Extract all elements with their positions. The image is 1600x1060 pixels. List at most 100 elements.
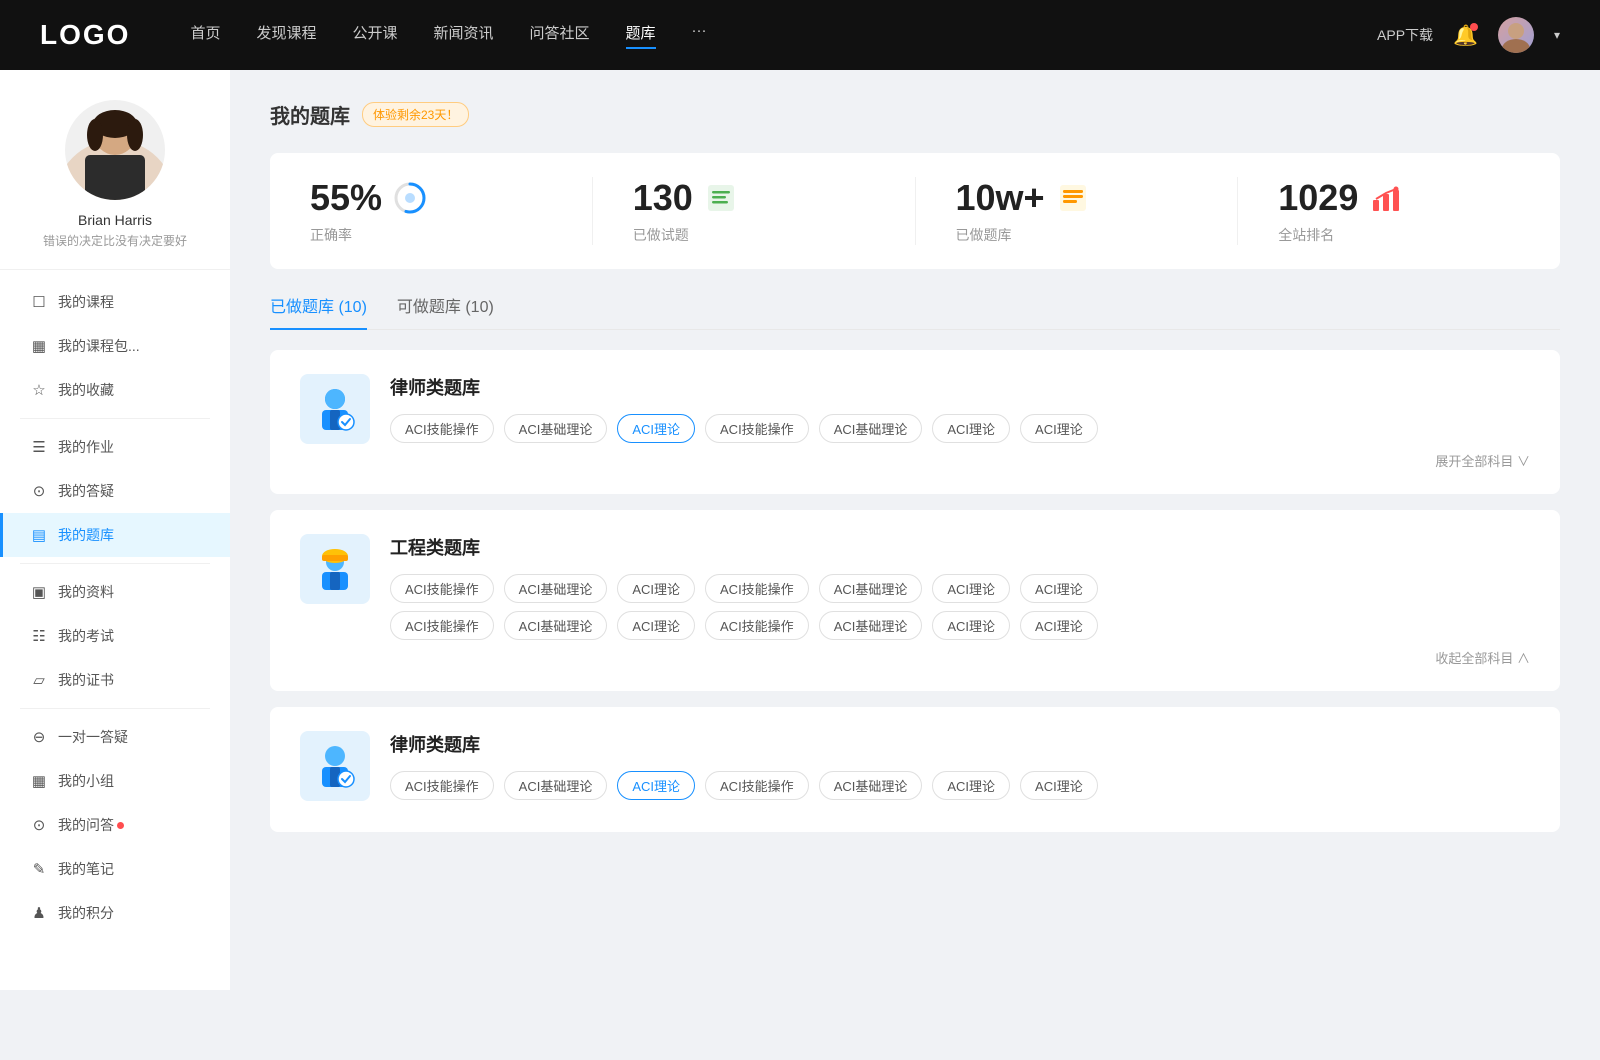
sidebar: Brian Harris 错误的决定比没有决定要好 ☐ 我的课程 ▦ 我的课程包… bbox=[0, 70, 230, 990]
sidebar-item-group[interactable]: ▦ 我的小组 bbox=[0, 759, 230, 803]
nav-open-course[interactable]: 公开课 bbox=[352, 22, 397, 49]
sidebar-item-points[interactable]: ♟ 我的积分 bbox=[0, 891, 230, 935]
sidebar-item-profile[interactable]: ▣ 我的资料 bbox=[0, 570, 230, 614]
tabs-row: 已做题库 (10) 可做题库 (10) bbox=[270, 293, 1560, 330]
sidebar-item-tutor[interactable]: ⊖ 一对一答疑 bbox=[0, 715, 230, 759]
sidebar-item-myqa[interactable]: ⊙ 我的问答 bbox=[0, 803, 230, 847]
qbank-card-2: 工程类题库 ACI技能操作 ACI基础理论 ACI理论 ACI技能操作 ACI基… bbox=[270, 510, 1560, 691]
sidebar-item-label-course-pkg: 我的课程包... bbox=[58, 336, 140, 356]
avatar-image bbox=[1498, 17, 1534, 53]
sidebar-item-label-tutor: 一对一答疑 bbox=[58, 727, 128, 747]
tag-3-6[interactable]: ACI理论 bbox=[932, 771, 1010, 800]
nav-qbank[interactable]: 题库 bbox=[626, 22, 656, 49]
stat-done-banks: 10w+ 已做题库 bbox=[916, 177, 1239, 245]
sidebar-item-course-pkg[interactable]: ▦ 我的课程包... bbox=[0, 324, 230, 368]
sidebar-item-cert[interactable]: ▱ 我的证书 bbox=[0, 658, 230, 702]
sidebar-divider-3 bbox=[20, 708, 210, 709]
logo[interactable]: LOGO bbox=[40, 19, 130, 51]
group-icon: ▦ bbox=[30, 772, 48, 790]
stat-rank-icon bbox=[1368, 180, 1404, 216]
tag-1-3[interactable]: ACI理论 bbox=[617, 414, 695, 443]
tag-1-5[interactable]: ACI基础理论 bbox=[819, 414, 923, 443]
tag-2-2[interactable]: ACI基础理论 bbox=[504, 574, 608, 603]
tag-3-7[interactable]: ACI理论 bbox=[1020, 771, 1098, 800]
points-icon: ♟ bbox=[30, 904, 48, 922]
sidebar-profile: Brian Harris 错误的决定比没有决定要好 bbox=[0, 100, 230, 270]
tag-1-6[interactable]: ACI理论 bbox=[932, 414, 1010, 443]
tag-2-11[interactable]: ACI技能操作 bbox=[705, 611, 809, 640]
tag-2-4[interactable]: ACI技能操作 bbox=[705, 574, 809, 603]
sidebar-item-qbank[interactable]: ▤ 我的题库 bbox=[0, 513, 230, 557]
cert-icon: ▱ bbox=[30, 671, 48, 689]
tag-2-9[interactable]: ACI基础理论 bbox=[504, 611, 608, 640]
sidebar-item-answers[interactable]: ⊙ 我的答疑 bbox=[0, 469, 230, 513]
sidebar-item-label-myqa: 我的问答 bbox=[58, 815, 114, 835]
tag-2-7[interactable]: ACI理论 bbox=[1020, 574, 1098, 603]
qbank-title-1: 律师类题库 bbox=[390, 374, 1530, 400]
nav-more[interactable]: ··· bbox=[692, 22, 707, 49]
sidebar-item-label-notes: 我的笔记 bbox=[58, 859, 114, 879]
nav-home[interactable]: 首页 bbox=[190, 22, 220, 49]
sidebar-item-favorites[interactable]: ☆ 我的收藏 bbox=[0, 368, 230, 412]
tag-3-1[interactable]: ACI技能操作 bbox=[390, 771, 494, 800]
stat-done-questions: 130 已做试题 bbox=[593, 177, 916, 245]
user-dropdown-arrow[interactable]: ▾ bbox=[1554, 28, 1560, 42]
qbank-icon: ▤ bbox=[30, 526, 48, 544]
myqa-badge bbox=[117, 822, 124, 829]
nav-links: 首页 发现课程 公开课 新闻资讯 问答社区 题库 ··· bbox=[190, 22, 1377, 49]
notes-icon: ✎ bbox=[30, 860, 48, 878]
sidebar-item-homework[interactable]: ☰ 我的作业 bbox=[0, 425, 230, 469]
tag-2-13[interactable]: ACI理论 bbox=[932, 611, 1010, 640]
answers-icon: ⊙ bbox=[30, 482, 48, 500]
tutor-icon: ⊖ bbox=[30, 728, 48, 746]
tag-1-2[interactable]: ACI基础理论 bbox=[504, 414, 608, 443]
sidebar-motto: 错误的决定比没有决定要好 bbox=[43, 232, 187, 249]
tag-2-12[interactable]: ACI基础理论 bbox=[819, 611, 923, 640]
notification-bell[interactable]: 🔔 bbox=[1453, 23, 1478, 48]
expand-link-1[interactable]: 展开全部科目 ∨ bbox=[390, 451, 1530, 470]
tag-3-2[interactable]: ACI基础理论 bbox=[504, 771, 608, 800]
tag-2-5[interactable]: ACI基础理论 bbox=[819, 574, 923, 603]
tag-2-3[interactable]: ACI理论 bbox=[617, 574, 695, 603]
stat-accuracy-icon bbox=[392, 180, 428, 216]
sidebar-item-label-qbank: 我的题库 bbox=[58, 525, 114, 545]
stat-done-questions-label: 已做试题 bbox=[633, 225, 689, 245]
tag-2-1[interactable]: ACI技能操作 bbox=[390, 574, 494, 603]
sidebar-user-name: Brian Harris bbox=[78, 212, 152, 228]
stat-rank-value: 1029 bbox=[1278, 177, 1358, 219]
tag-1-7[interactable]: ACI理论 bbox=[1020, 414, 1098, 443]
stat-done-banks-value: 10w+ bbox=[956, 177, 1045, 219]
content-area: 我的题库 体验剩余23天！ 55% 正确 bbox=[230, 70, 1600, 990]
nav-qa[interactable]: 问答社区 bbox=[530, 22, 590, 49]
sidebar-item-course[interactable]: ☐ 我的课程 bbox=[0, 280, 230, 324]
collapse-link-2[interactable]: 收起全部科目 ∧ bbox=[390, 648, 1530, 667]
tag-2-14[interactable]: ACI理论 bbox=[1020, 611, 1098, 640]
tag-2-6[interactable]: ACI理论 bbox=[932, 574, 1010, 603]
nav-discover[interactable]: 发现课程 bbox=[256, 22, 316, 49]
favorites-icon: ☆ bbox=[30, 381, 48, 399]
app-download-link[interactable]: APP下载 bbox=[1377, 25, 1433, 45]
navbar-right: APP下载 🔔 ▾ bbox=[1377, 17, 1560, 53]
tag-3-5[interactable]: ACI基础理论 bbox=[819, 771, 923, 800]
tab-done[interactable]: 已做题库 (10) bbox=[270, 293, 367, 329]
tag-3-3[interactable]: ACI理论 bbox=[617, 771, 695, 800]
qbank-title-3: 律师类题库 bbox=[390, 731, 1530, 757]
avatar[interactable] bbox=[1498, 17, 1534, 53]
tag-2-8[interactable]: ACI技能操作 bbox=[390, 611, 494, 640]
tag-1-1[interactable]: ACI技能操作 bbox=[390, 414, 494, 443]
tag-2-10[interactable]: ACI理论 bbox=[617, 611, 695, 640]
tag-3-4[interactable]: ACI技能操作 bbox=[705, 771, 809, 800]
sidebar-divider-2 bbox=[20, 563, 210, 564]
stat-done-questions-value: 130 bbox=[633, 177, 693, 219]
sidebar-item-label-course: 我的课程 bbox=[58, 292, 114, 312]
sidebar-item-exam[interactable]: ☷ 我的考试 bbox=[0, 614, 230, 658]
stat-done-banks-label: 已做题库 bbox=[956, 225, 1012, 245]
stat-rank: 1029 全站排名 bbox=[1238, 177, 1560, 245]
nav-news[interactable]: 新闻资讯 bbox=[434, 22, 494, 49]
sidebar-item-notes[interactable]: ✎ 我的笔记 bbox=[0, 847, 230, 891]
page-title: 我的题库 bbox=[270, 100, 350, 129]
sidebar-item-label-cert: 我的证书 bbox=[58, 670, 114, 690]
tag-1-4[interactable]: ACI技能操作 bbox=[705, 414, 809, 443]
tab-available[interactable]: 可做题库 (10) bbox=[397, 293, 494, 329]
qbank-icon-engineer bbox=[300, 534, 370, 604]
